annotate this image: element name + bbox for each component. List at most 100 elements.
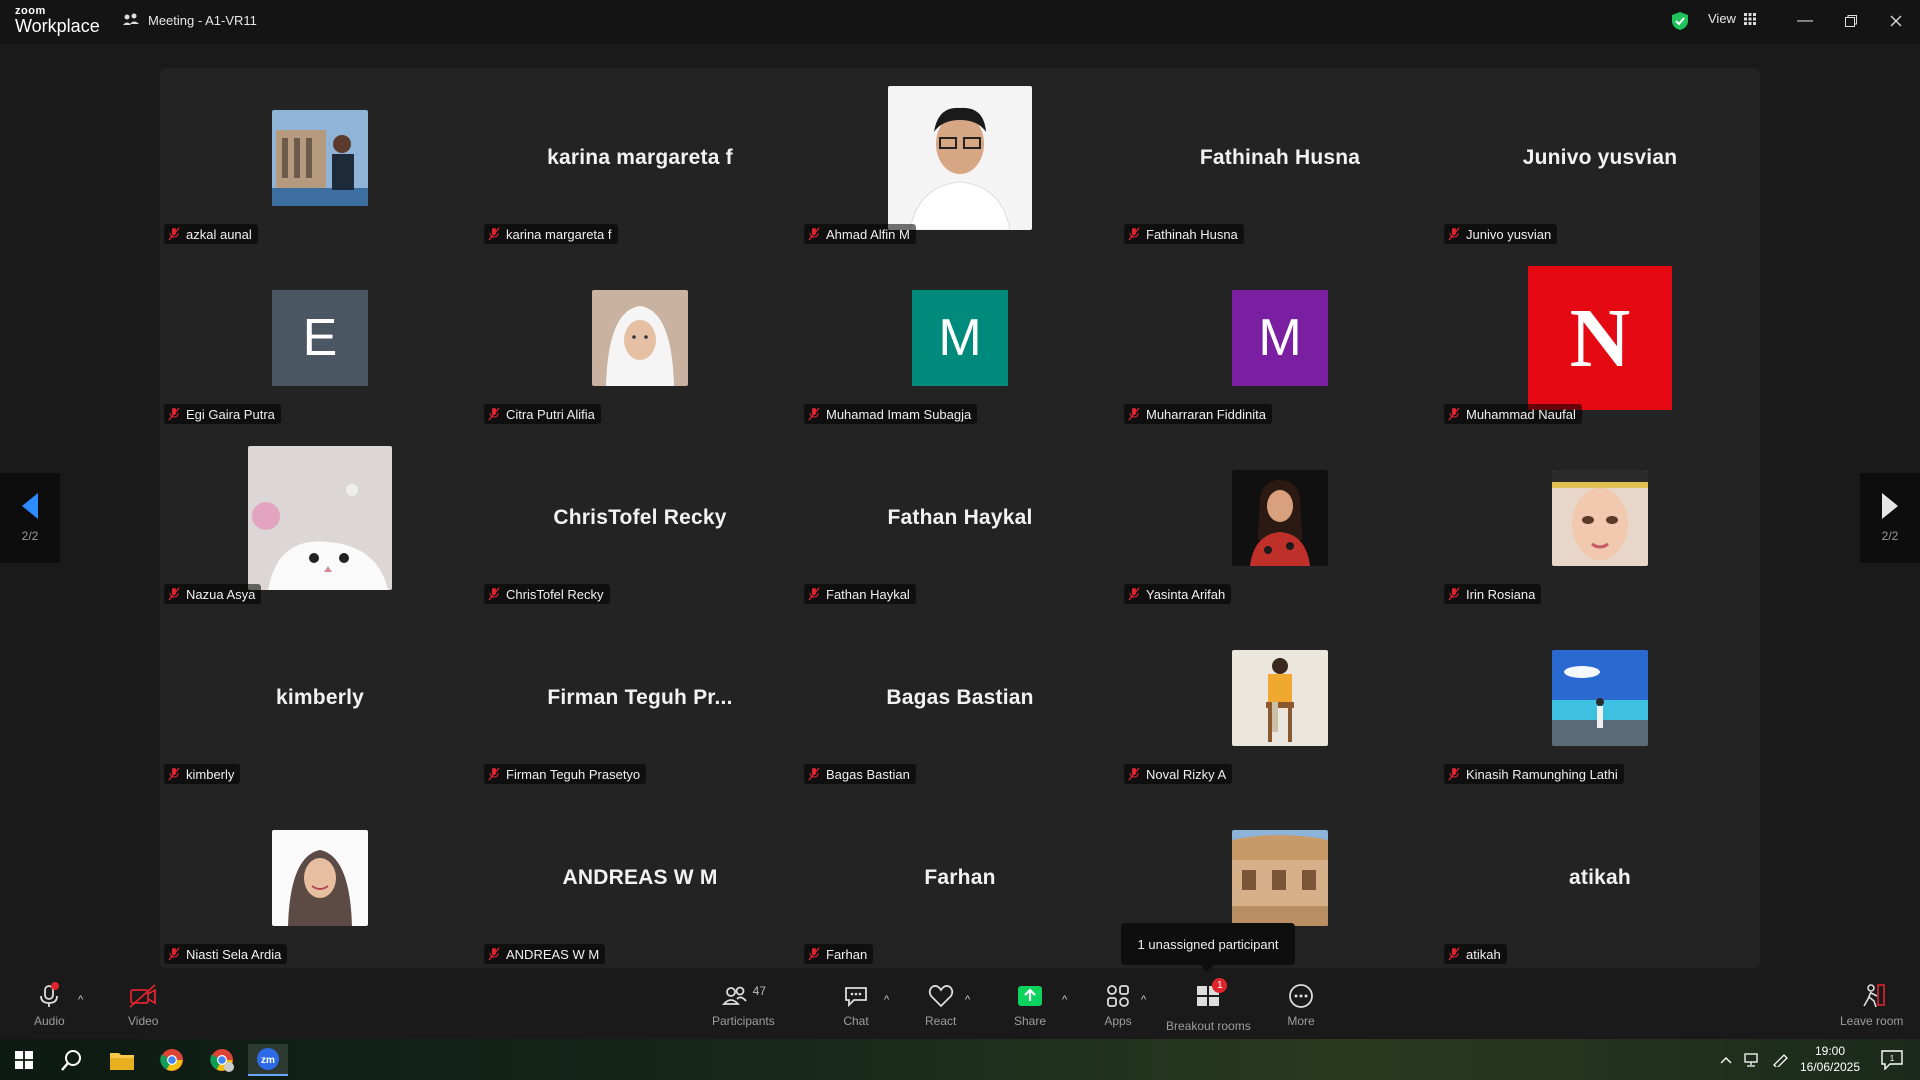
initial-avatar: M xyxy=(912,290,1008,386)
participant-photo xyxy=(1552,650,1648,746)
participant-tile[interactable]: Farhan Farhan xyxy=(800,788,1120,968)
participant-name: Egi Gaira Putra xyxy=(186,406,275,422)
participant-name-label: Junivo yusvian xyxy=(1444,224,1558,244)
zoom-taskbar-icon[interactable]: zm xyxy=(248,1044,288,1076)
page-indicator-left: 2/2 xyxy=(21,529,39,543)
minimize-icon[interactable]: — xyxy=(1790,8,1820,34)
file-explorer-icon[interactable] xyxy=(102,1044,142,1076)
chrome-icon[interactable] xyxy=(152,1044,192,1076)
participant-name-label: Citra Putri Alifia xyxy=(484,404,601,424)
participant-name: Farhan xyxy=(826,946,868,962)
participant-tile[interactable]: Fathan Haykal Fathan Haykal xyxy=(800,428,1120,608)
leave-room-button[interactable]: Leave room xyxy=(1840,982,1903,1028)
participants-button[interactable]: 47 Participants xyxy=(712,982,775,1028)
arrow-left-icon xyxy=(22,493,38,519)
participant-tile[interactable]: Yasinta Arifah xyxy=(1120,428,1440,608)
participant-tile[interactable]: Junivo yusvian Junivo yusvian xyxy=(1440,68,1760,248)
share-options-caret-icon[interactable]: ^ xyxy=(1062,994,1067,1006)
participant-photo xyxy=(248,446,392,590)
breakout-rooms-button[interactable]: 1 Breakout rooms xyxy=(1166,978,1251,1033)
participant-tile[interactable]: Irin Rosiana xyxy=(1440,428,1760,608)
participant-tile[interactable]: kimberly kimberly xyxy=(160,608,480,788)
more-button[interactable]: More xyxy=(1287,982,1315,1028)
meeting-people-icon xyxy=(123,13,139,25)
participant-name-label: Irin Rosiana xyxy=(1444,584,1542,604)
participant-name: azkal aunal xyxy=(186,226,252,242)
participant-name-label: karina margareta f xyxy=(484,224,618,244)
view-button[interactable]: View xyxy=(1708,11,1756,26)
next-page-button[interactable]: 2/2 xyxy=(1860,473,1920,563)
clock-time: 19:00 xyxy=(1814,1044,1846,1058)
participant-name-label: Noval Rizky A xyxy=(1124,764,1233,784)
gallery-view: azkal aunal karina margareta f karina ma… xyxy=(160,68,1760,968)
initial-avatar: M xyxy=(1232,290,1328,386)
participant-name: Fathan Haykal xyxy=(826,586,910,602)
participant-photo xyxy=(1232,830,1328,926)
meeting-info[interactable]: Meeting - A1-VR11 xyxy=(122,11,257,29)
audio-button[interactable]: Audio xyxy=(34,982,65,1028)
participant-tile[interactable]: karina margareta f karina margareta f xyxy=(480,68,800,248)
participant-tile[interactable]: M Muharraran Fiddinita xyxy=(1120,248,1440,428)
participant-name-label: kimberly xyxy=(164,764,241,784)
apps-icon xyxy=(1107,985,1129,1007)
participant-display-name: karina margareta f xyxy=(547,146,733,169)
grid-icon xyxy=(1743,12,1756,25)
react-label: React xyxy=(925,1014,957,1028)
video-button[interactable]: Video xyxy=(128,982,158,1028)
mic-muted-icon xyxy=(1448,407,1460,421)
mic-muted-icon xyxy=(808,407,820,421)
apps-options-caret-icon[interactable]: ^ xyxy=(1141,994,1146,1006)
mic-muted-icon xyxy=(808,587,820,601)
network-icon[interactable] xyxy=(1744,1052,1762,1067)
participant-photo xyxy=(1552,470,1648,566)
react-options-caret-icon[interactable]: ^ xyxy=(965,994,970,1006)
participant-name-label: Bagas Bastian xyxy=(804,764,916,784)
participant-tile[interactable]: Ahmad Alfin M xyxy=(800,68,1120,248)
search-icon[interactable] xyxy=(52,1044,92,1076)
encryption-shield-icon[interactable] xyxy=(1671,11,1689,31)
share-screen-icon xyxy=(1018,986,1043,1006)
react-button[interactable]: React xyxy=(925,982,956,1028)
participant-name: atikah xyxy=(1466,946,1501,962)
restore-icon[interactable] xyxy=(1836,8,1866,34)
participant-tile[interactable]: ChrisTofel Recky ChrisTofel Recky xyxy=(480,428,800,608)
apps-button[interactable]: Apps xyxy=(1104,982,1132,1028)
participant-tile[interactable]: Noval Rizky A xyxy=(1120,608,1440,788)
chat-options-caret-icon[interactable]: ^ xyxy=(884,994,889,1006)
participant-tile[interactable]: ANDREAS W M ANDREAS W M xyxy=(480,788,800,968)
participant-photo xyxy=(272,830,368,926)
zoom-logo: zoom Workplace xyxy=(15,6,100,36)
participant-tile[interactable]: M Muhamad Imam Subagja xyxy=(800,248,1120,428)
participant-tile[interactable]: Firman Teguh Pr... Firman Teguh Prasetyo xyxy=(480,608,800,788)
participant-tile[interactable]: Kinasih Ramunghing Lathi xyxy=(1440,608,1760,788)
close-icon[interactable] xyxy=(1881,8,1911,34)
participant-tile[interactable]: E Egi Gaira Putra xyxy=(160,248,480,428)
participant-tile[interactable]: Fathinah Husna Fathinah Husna xyxy=(1120,68,1440,248)
participant-display-name: ANDREAS W M xyxy=(562,866,718,889)
participant-name-label: Niasti Sela Ardia xyxy=(164,944,288,964)
participant-tile[interactable]: N Muhammad Naufal xyxy=(1440,248,1760,428)
previous-page-button[interactable]: 2/2 xyxy=(0,473,60,563)
mic-muted-icon xyxy=(488,407,500,421)
participant-tile[interactable]: Niasti Sela Ardia xyxy=(160,788,480,968)
taskbar-clock[interactable]: 19:00 16/06/2025 xyxy=(1790,1043,1870,1075)
more-icon xyxy=(1289,984,1313,1008)
chevron-up-icon[interactable] xyxy=(1720,1054,1732,1066)
notification-center-icon[interactable]: 1 xyxy=(1872,1044,1912,1076)
pen-icon[interactable] xyxy=(1772,1053,1790,1067)
windows-start-icon[interactable] xyxy=(4,1044,44,1076)
participant-name: ANDREAS W M xyxy=(506,946,600,962)
mic-muted-icon xyxy=(1128,767,1140,781)
tooltip-text: 1 unassigned participant xyxy=(1137,936,1279,952)
participant-tile[interactable]: atikah atikah xyxy=(1440,788,1760,968)
chat-button[interactable]: Chat xyxy=(842,982,870,1028)
chat-icon xyxy=(845,987,867,1008)
audio-options-caret-icon[interactable]: ^ xyxy=(78,994,83,1006)
participant-name: Muharraran Fiddinita xyxy=(1146,406,1266,422)
chrome-profile-icon[interactable] xyxy=(202,1044,242,1076)
share-button[interactable]: Share xyxy=(1014,982,1046,1028)
participant-tile[interactable]: Nazua Asya xyxy=(160,428,480,608)
participant-tile[interactable]: Citra Putri Alifia xyxy=(480,248,800,428)
participant-tile[interactable]: azkal aunal xyxy=(160,68,480,248)
participant-tile[interactable]: Bagas Bastian Bagas Bastian xyxy=(800,608,1120,788)
